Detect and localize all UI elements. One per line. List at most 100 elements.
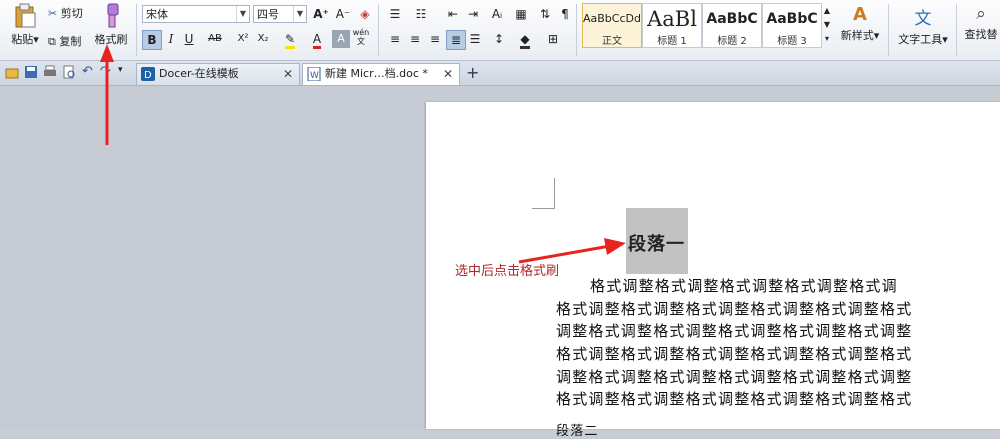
- divider: [888, 4, 889, 56]
- svg-text:D: D: [144, 70, 152, 81]
- tab-document[interactable]: W 新建 Micr…档.doc * ✕: [302, 63, 460, 85]
- align-justify-icon[interactable]: ≣: [446, 30, 466, 50]
- tab-bar: ↶ ↷ ▾ D Docer-在线模板 ✕ W 新建 Micr…档.doc * ✕…: [0, 61, 1000, 86]
- strikethrough-icon[interactable]: AB: [202, 30, 228, 48]
- find-replace-label: 查找替: [964, 28, 998, 41]
- cut-label: 剪切: [60, 7, 83, 20]
- close-icon[interactable]: ✕: [283, 64, 293, 84]
- redo-icon[interactable]: ↷: [100, 64, 111, 79]
- font-name-value: 宋体: [146, 8, 168, 21]
- increase-indent-icon[interactable]: ⇥: [464, 5, 482, 23]
- margin-corner-mark: [532, 178, 555, 209]
- close-icon[interactable]: ✕: [443, 64, 453, 84]
- grow-font-icon[interactable]: A⁺: [312, 5, 330, 23]
- print-preview-icon[interactable]: [62, 65, 76, 79]
- phonetic-guide-icon[interactable]: wén 文: [352, 28, 370, 46]
- next-paragraph-heading[interactable]: 段落二: [556, 420, 599, 439]
- divider: [576, 4, 577, 56]
- table-icon[interactable]: ▦: [512, 5, 530, 23]
- cut-button[interactable]: ✂ 剪切: [48, 5, 83, 21]
- align-center-icon[interactable]: ≡: [406, 30, 424, 48]
- annotation-text: 选中后点击格式刷: [455, 264, 560, 279]
- body-line[interactable]: 格式调整格式调整格式调整格式调整格式调整格式: [556, 388, 912, 409]
- body-line[interactable]: 调整格式调整格式调整格式调整格式调整格式调整: [556, 320, 912, 341]
- format-painter-button[interactable]: 格式刷: [92, 3, 130, 47]
- text-direction-icon[interactable]: Aᵢ: [488, 5, 506, 23]
- divider: [378, 4, 379, 56]
- style-preview: AaBl: [647, 7, 697, 31]
- style-label: 标题 3: [777, 36, 807, 47]
- style-heading-3[interactable]: AaBbC 标题 3: [762, 3, 822, 48]
- divider: [136, 4, 137, 56]
- superscript-icon[interactable]: X²: [234, 30, 252, 48]
- shading-fill-icon[interactable]: ◆: [516, 30, 534, 49]
- new-style-button[interactable]: A 新样式▾: [836, 4, 884, 43]
- tab-label: Docer-在线模板: [159, 67, 239, 80]
- copy-button[interactable]: ⧉ 复制: [48, 33, 81, 49]
- font-name-select[interactable]: 宋体 ▼: [142, 5, 250, 23]
- align-right-icon[interactable]: ≡: [426, 30, 444, 48]
- text-tools-button[interactable]: 文 文字工具▾: [896, 4, 950, 47]
- font-color-icon[interactable]: A: [306, 30, 328, 49]
- char-shading-icon[interactable]: A: [332, 30, 350, 48]
- subscript-icon[interactable]: X₂: [254, 30, 272, 48]
- chevron-down-icon: ▼: [236, 6, 249, 22]
- body-line[interactable]: 调整格式调整格式调整格式调整格式调整格式调整: [556, 366, 912, 387]
- clear-format-icon[interactable]: ◈: [356, 5, 374, 23]
- shrink-font-icon[interactable]: A⁻: [334, 5, 352, 23]
- style-heading-2[interactable]: AaBbC 标题 2: [702, 3, 762, 48]
- brush-icon: [107, 3, 119, 28]
- chevron-down-icon: ▼: [293, 6, 306, 22]
- body-line[interactable]: 格式调整格式调整格式调整格式调整格式调整格式: [556, 343, 912, 364]
- word-doc-icon: W: [307, 67, 321, 81]
- scissors-icon: ✂: [48, 7, 58, 20]
- paste-label: 粘贴: [11, 33, 34, 46]
- text-tools-label: 文字工具: [898, 33, 943, 46]
- distributed-align-icon[interactable]: ☰: [466, 30, 484, 48]
- highlight-icon[interactable]: ✎: [278, 30, 302, 49]
- sort-icon[interactable]: ⇅: [536, 5, 554, 23]
- decrease-indent-icon[interactable]: ⇤: [444, 5, 462, 23]
- align-left-icon[interactable]: ≡: [386, 30, 404, 48]
- body-line[interactable]: 格式调整格式调整格式调整格式调整格式调整格式: [556, 298, 912, 319]
- style-label: 标题 1: [657, 36, 687, 47]
- line-spacing-icon[interactable]: ↕: [490, 30, 508, 48]
- print-icon[interactable]: [43, 65, 57, 79]
- bullet-list-icon[interactable]: ☰: [386, 5, 404, 23]
- font-size-select[interactable]: 四号 ▼: [253, 5, 307, 23]
- paragraph-heading[interactable]: 段落一: [628, 230, 685, 256]
- paste-button[interactable]: 粘贴▾: [6, 3, 44, 47]
- style-normal[interactable]: AaBbCcDd 正文: [582, 3, 642, 48]
- text-tools-icon: 文: [914, 9, 932, 29]
- copy-label: 复制: [59, 35, 82, 48]
- style-preview: AaBbC: [706, 11, 758, 27]
- save-icon[interactable]: [24, 65, 38, 79]
- tab-label: 新建 Micr…档.doc *: [325, 67, 428, 80]
- divider: [956, 4, 957, 56]
- underline-icon[interactable]: U: [180, 30, 198, 48]
- copy-icon: ⧉: [48, 35, 56, 48]
- paste-icon: [15, 3, 36, 28]
- format-painter-label: 格式刷: [94, 33, 128, 46]
- new-style-icon: A: [853, 4, 867, 25]
- new-tab-icon[interactable]: +: [466, 63, 479, 82]
- italic-icon[interactable]: I: [162, 30, 180, 48]
- open-folder-icon[interactable]: [5, 65, 19, 79]
- style-preview: AaBbC: [766, 11, 818, 27]
- show-marks-icon[interactable]: ¶: [556, 5, 574, 23]
- style-label: 正文: [602, 36, 622, 47]
- style-preview: AaBbCcDd: [583, 12, 641, 25]
- find-replace-button[interactable]: ⌕ 查找替: [962, 4, 1000, 42]
- borders-icon[interactable]: ⊞: [544, 30, 562, 48]
- docer-icon: D: [141, 67, 155, 81]
- bold-icon[interactable]: B: [142, 30, 162, 50]
- style-label: 标题 2: [717, 36, 747, 47]
- style-heading-1[interactable]: AaBl 标题 1: [642, 3, 702, 48]
- undo-icon[interactable]: ↶: [82, 64, 93, 79]
- styles-scroll[interactable]: ▲ ▼ ▾: [822, 4, 832, 46]
- tab-docer[interactable]: D Docer-在线模板 ✕: [136, 63, 300, 85]
- customize-quickbar-icon[interactable]: ▾: [118, 65, 123, 75]
- numbered-list-icon[interactable]: ☷: [412, 5, 430, 23]
- svg-text:W: W: [310, 71, 319, 81]
- body-line[interactable]: 格式调整格式调整格式调整格式调整格式调: [590, 275, 898, 296]
